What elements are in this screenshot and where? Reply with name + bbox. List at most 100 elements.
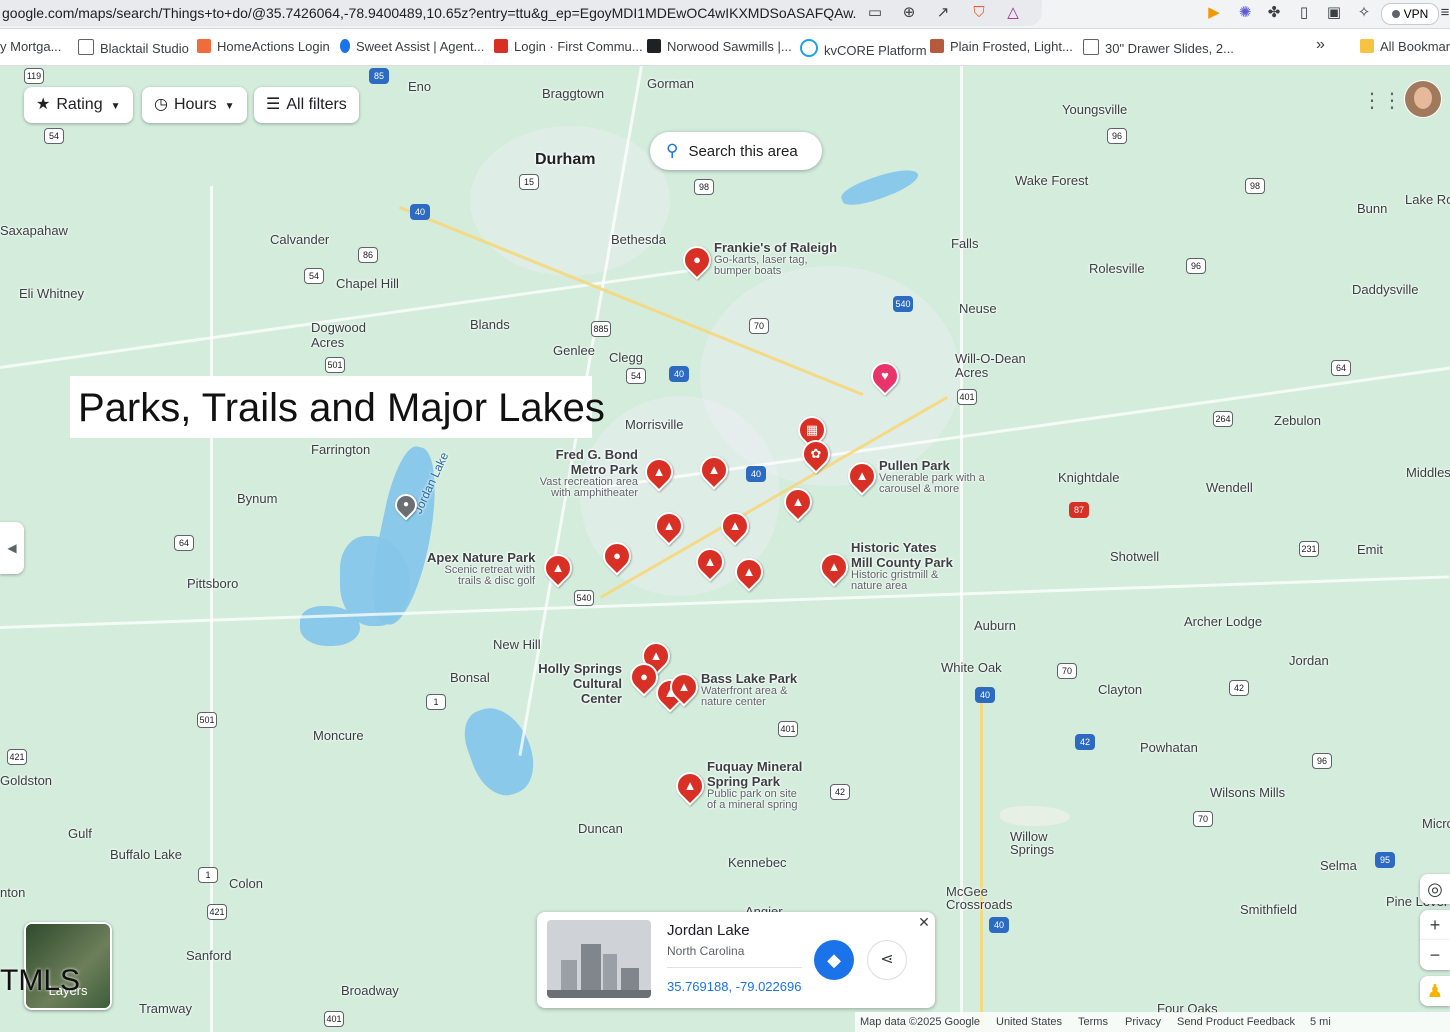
route-shield: 40 xyxy=(410,204,430,220)
url-text[interactable]: google.com/maps/search/Things+to+do/@35.… xyxy=(2,5,857,21)
all-filters-button[interactable]: ☰ All filters xyxy=(254,87,359,123)
collapse-panel-button[interactable]: ◀ xyxy=(0,522,24,574)
map-pin[interactable]: ▲ xyxy=(814,547,854,587)
chevron-left-icon: ◀ xyxy=(7,541,17,555)
country-link[interactable]: United States xyxy=(996,1016,1062,1028)
route-shield: 401 xyxy=(324,1011,344,1027)
extension-play-icon[interactable]: ▶ xyxy=(1205,4,1223,22)
museum-icon: ▦ xyxy=(805,422,819,437)
route-shield: 70 xyxy=(1057,663,1077,679)
place-label-fuquay[interactable]: Fuquay Mineral Spring Park Public park o… xyxy=(707,759,807,811)
map-pin[interactable]: ▲ xyxy=(670,766,710,806)
town-label: Gorman xyxy=(647,76,694,91)
bookmarks-overflow[interactable]: » xyxy=(1316,36,1325,54)
search-icon: ⚲ xyxy=(666,141,679,160)
town-label: Chapel Hill xyxy=(336,276,399,291)
tree-icon: ▲ xyxy=(742,564,756,579)
bookmark-item[interactable]: Sweet Assist | Agent... xyxy=(340,39,484,54)
route-shield: 70 xyxy=(749,318,769,334)
place-label-apex-nature[interactable]: Apex Nature Park Scenic retreat with tra… xyxy=(427,550,535,587)
sidebar-icon[interactable]: ▯ xyxy=(1295,4,1313,22)
building-shape xyxy=(547,990,651,998)
vpn-button[interactable]: VPN xyxy=(1381,3,1439,25)
tree-icon: ▲ xyxy=(707,462,721,477)
place-coordinates[interactable]: 35.769188, -79.022696 xyxy=(667,979,801,994)
zoom-in-button[interactable]: + xyxy=(1420,910,1450,940)
street-view-pegman[interactable]: ♟ xyxy=(1420,976,1450,1006)
search-this-area-button[interactable]: ⚲ Search this area xyxy=(650,132,822,170)
map-pin[interactable]: ▲ xyxy=(538,548,578,588)
map-data-attribution: Map data ©2025 Google xyxy=(860,1016,981,1028)
directions-icon: ◆ xyxy=(827,950,841,970)
tree-icon: ▲ xyxy=(551,560,565,575)
apps-grid-icon[interactable]: ⋮⋮⋮ xyxy=(1362,90,1422,112)
place-label-fred-bond[interactable]: Fred G. Bond Metro Park Vast recreation … xyxy=(530,447,638,499)
route-shield: 501 xyxy=(197,712,217,728)
route-shield: 885 xyxy=(591,321,611,337)
hours-filter-chip[interactable]: ◷ Hours ▼ xyxy=(142,87,247,123)
directions-button[interactable]: ◆ xyxy=(814,940,854,980)
place-card[interactable]: Jordan Lake North Carolina 35.769188, -7… xyxy=(537,912,935,1008)
town-label: Buffalo Lake xyxy=(110,847,183,862)
share-button[interactable]: ⋖ xyxy=(867,940,907,980)
place-label-bass-lake[interactable]: Bass Lake Park Waterfront area & nature … xyxy=(701,671,797,708)
scale-label[interactable]: 5 mi xyxy=(1310,1016,1331,1028)
zoom-out-button[interactable]: − xyxy=(1420,940,1450,970)
map-pin[interactable]: ● xyxy=(677,240,717,280)
install-app-icon[interactable]: ▭ xyxy=(866,4,884,22)
bookmark-item[interactable]: HomeActions Login xyxy=(197,39,330,54)
place-label-frankies[interactable]: Frankie's of Raleigh Go-karts, laser tag… xyxy=(714,240,837,277)
menu-icon[interactable]: ≡ xyxy=(1436,4,1450,22)
bookmark-item[interactable]: Login · First Commu... xyxy=(494,39,643,54)
map-canvas[interactable]: Gorman Eno Braggtown Durham Youngsville … xyxy=(0,66,1450,1032)
close-card-button[interactable]: ✕ xyxy=(916,914,932,930)
privacy-link[interactable]: Privacy xyxy=(1125,1016,1161,1028)
route-shield: 1 xyxy=(198,867,218,883)
account-avatar[interactable] xyxy=(1404,80,1442,118)
share-page-icon[interactable]: ↗ xyxy=(934,4,952,22)
place-label-yates-mill[interactable]: Historic Yates Mill County Park Historic… xyxy=(851,540,961,592)
feedback-link[interactable]: Send Product Feedback xyxy=(1177,1016,1295,1028)
sweet-assist-icon xyxy=(340,39,350,53)
address-bar[interactable]: google.com/maps/search/Things+to+do/@35.… xyxy=(0,0,1042,26)
brave-shield-icon[interactable]: ⛉ xyxy=(970,4,988,22)
place-thumbnail[interactable] xyxy=(547,920,651,998)
route-shield: 421 xyxy=(207,904,227,920)
rating-filter-chip[interactable]: ★ Rating ▼ xyxy=(24,87,133,123)
wallet-icon[interactable]: ▣ xyxy=(1325,4,1343,22)
town-label: Moncure xyxy=(313,728,364,743)
route-shield: 96 xyxy=(1107,128,1127,144)
bookmark-item[interactable]: Norwood Sawmills |... xyxy=(647,39,792,54)
falls-lake-water xyxy=(838,162,922,212)
terms-link[interactable]: Terms xyxy=(1078,1016,1108,1028)
town-label: White Oak xyxy=(941,660,1002,675)
route-shield: 86 xyxy=(358,247,378,263)
route-shield: 64 xyxy=(174,535,194,551)
extension-gear-icon[interactable]: ✺ xyxy=(1236,4,1254,22)
minus-icon: − xyxy=(1429,945,1441,965)
brave-rewards-icon[interactable]: △ xyxy=(1004,4,1022,22)
zoom-icon[interactable]: ⊕ xyxy=(900,4,918,22)
bookmark-folder[interactable]: All Bookmarks xyxy=(1360,39,1450,54)
bookmark-item[interactable]: 30" Drawer Slides, 2... xyxy=(1083,39,1234,56)
bookmark-item[interactable]: y Mortga... xyxy=(0,39,61,54)
town-label: Tramway xyxy=(139,1001,192,1016)
place-label-pullen[interactable]: Pullen Park Venerable park with a carous… xyxy=(879,458,989,495)
leo-ai-icon[interactable]: ✧ xyxy=(1355,4,1373,22)
dot-icon: ● xyxy=(613,548,621,563)
route-shield: 98 xyxy=(694,179,714,195)
caret-down-icon: ▼ xyxy=(224,101,235,112)
bookmark-item[interactable]: Plain Frosted, Light... xyxy=(930,39,1073,54)
place-label-holly-springs[interactable]: Holly Springs Cultural Center xyxy=(536,661,622,706)
route-shield: 96 xyxy=(1186,258,1206,274)
town-label: Saxapahaw xyxy=(0,223,68,238)
route-shield: 40 xyxy=(975,687,995,703)
bookmark-item[interactable]: kvCORE Platform xyxy=(800,39,927,58)
town-label: Selma xyxy=(1320,858,1357,873)
extensions-puzzle-icon[interactable]: ✤ xyxy=(1265,4,1283,22)
my-location-button[interactable]: ◎ xyxy=(1420,874,1450,904)
place-region: North Carolina xyxy=(667,944,745,958)
norwood-icon xyxy=(647,39,661,53)
town-label: Neuse xyxy=(959,301,997,316)
bookmark-item[interactable]: Blacktail Studio xyxy=(78,39,189,56)
